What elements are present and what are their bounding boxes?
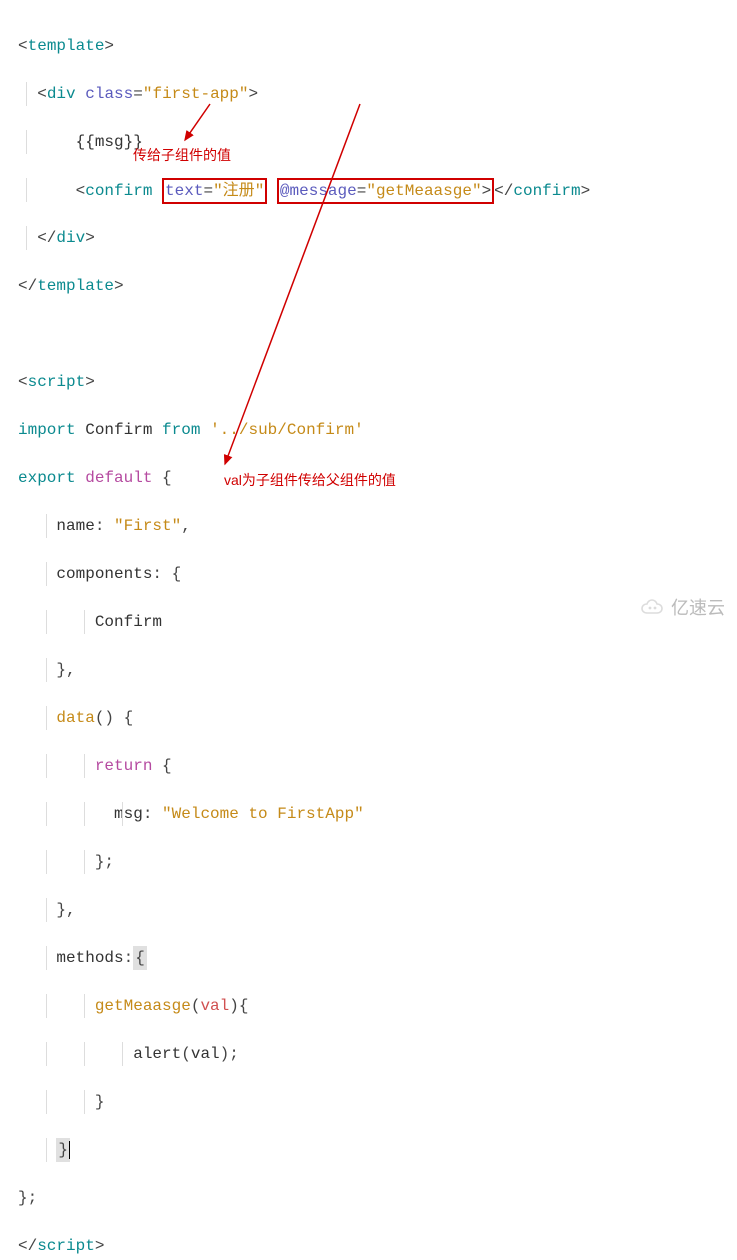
watermark-text: 亿速云: [671, 596, 725, 620]
code-line: <script>: [18, 370, 719, 394]
code-line: </div>: [18, 226, 719, 250]
code-line: <template>: [18, 34, 719, 58]
annotation-child-prop: 传给子组件的值: [133, 143, 231, 167]
code-line: },: [18, 898, 719, 922]
annotation-child-emit: val为子组件传给父组件的值: [224, 468, 396, 492]
code-line: </script>: [18, 1234, 719, 1258]
bracket-highlight: {: [133, 946, 147, 970]
code-line: methods:{: [18, 946, 719, 970]
code-line: alert(val);: [18, 1042, 719, 1066]
highlight-box-text-prop: text="注册": [162, 178, 267, 204]
code-line: };: [18, 1186, 719, 1210]
code-line: </template>: [18, 274, 719, 298]
code-line: name: "First",: [18, 514, 719, 538]
code-line: }: [18, 1090, 719, 1114]
text-cursor: [69, 1141, 70, 1159]
code-line: msg: "Welcome to FirstApp": [18, 802, 719, 826]
code-line: import Confirm from '../sub/Confirm': [18, 418, 719, 442]
code-line: {{msg}}: [18, 130, 719, 154]
code-line: };: [18, 850, 719, 874]
code-line: },: [18, 658, 719, 682]
blank-line: [18, 322, 719, 346]
highlight-box-message-event: @message="getMeaasge">: [277, 178, 494, 204]
bracket-highlight: }: [56, 1138, 70, 1162]
code-line: getMeaasge(val){: [18, 994, 719, 1018]
code-line: Confirm: [18, 610, 719, 634]
watermark: 亿速云: [639, 596, 725, 620]
code-line: <confirm text="注册" @message="getMeaasge"…: [18, 178, 719, 202]
cloud-icon: [639, 599, 667, 617]
code-line: return {: [18, 754, 719, 778]
code-line: }: [18, 1138, 719, 1162]
code-line: <div class="first-app">: [18, 82, 719, 106]
code-line: data() {: [18, 706, 719, 730]
code-editor: <template> <div class="first-app"> {{msg…: [0, 0, 737, 1260]
code-line: components: {: [18, 562, 719, 586]
